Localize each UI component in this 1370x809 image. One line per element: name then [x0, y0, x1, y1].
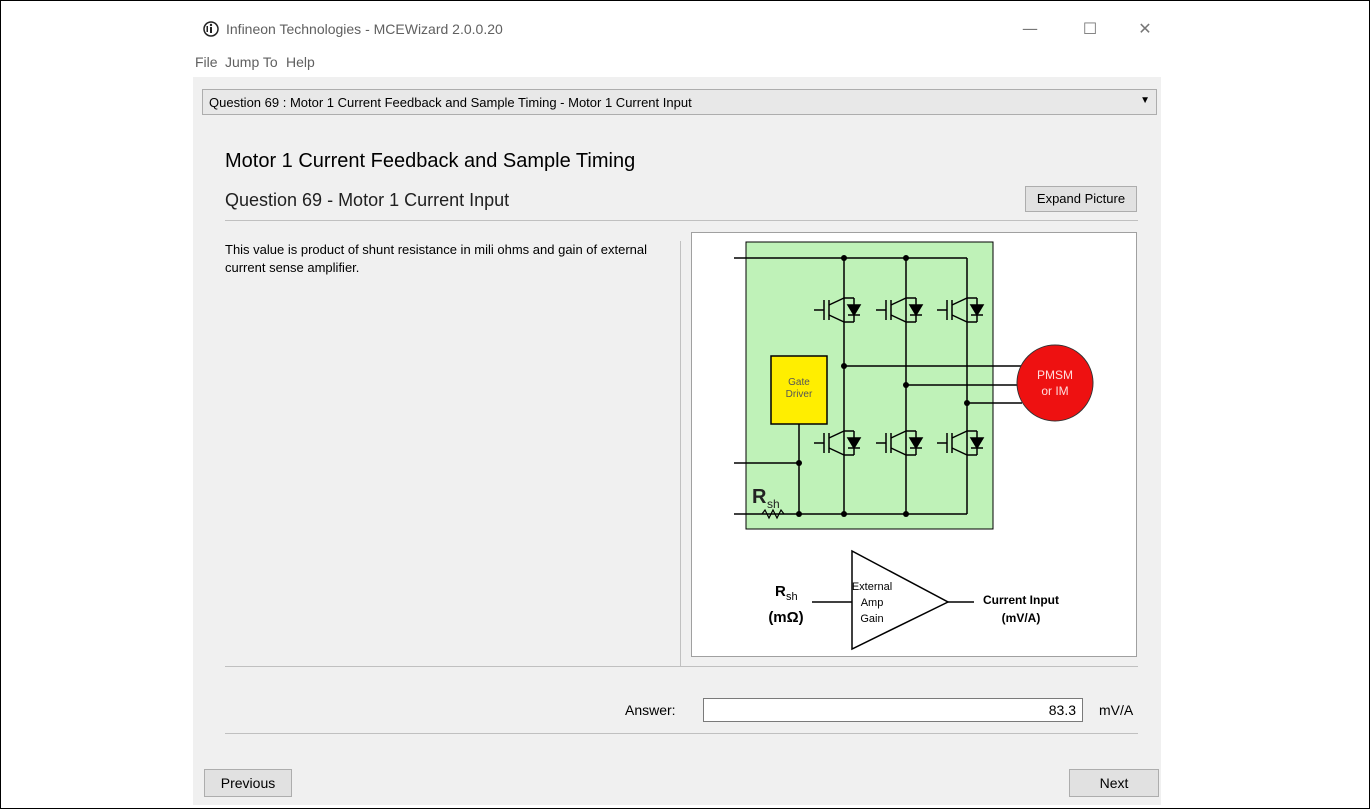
question-dropdown[interactable]: Question 69 : Motor 1 Current Feedback a…: [202, 89, 1157, 115]
amp-input-unit: (mΩ): [768, 609, 803, 626]
amp-input-rsh-sub: sh: [786, 591, 798, 603]
next-button[interactable]: Next: [1069, 769, 1159, 797]
divider-bottom: [225, 733, 1138, 734]
question-description: This value is product of shunt resistanc…: [225, 242, 647, 275]
maximize-button[interactable]: ☐: [1075, 17, 1105, 41]
menu-file[interactable]: File: [195, 54, 218, 70]
inverter-circuit-diagram: Gate Driver PMSM or IM R sh R sh (mΩ) Ex…: [734, 241, 1094, 651]
previous-button[interactable]: Previous: [204, 769, 292, 797]
close-button[interactable]: ✕: [1130, 17, 1160, 41]
amp-label-2: Amp: [861, 597, 884, 609]
divider-middle: [225, 666, 1138, 667]
section-title: Motor 1 Current Feedback and Sample Timi…: [225, 150, 636, 172]
answer-input[interactable]: [703, 698, 1083, 722]
motor-label-1: PMSM: [1037, 368, 1073, 382]
gate-driver-label-2: Driver: [786, 389, 813, 400]
amp-output-label-2: (mV/A): [1002, 611, 1041, 625]
gate-driver-label-1: Gate: [788, 377, 810, 388]
question-title: Question 69 - Motor 1 Current Input: [225, 190, 510, 210]
shunt-label: R: [752, 486, 767, 508]
chevron-down-icon[interactable]: ▼: [1140, 95, 1150, 106]
amp-label-3: Gain: [860, 613, 883, 625]
title-bar: Infineon Technologies - MCEWizard 2.0.0.…: [193, 9, 1161, 47]
divider-top: [225, 220, 1138, 221]
menu-bar: File Jump To Help: [193, 47, 1161, 77]
amp-output-label-1: Current Input: [983, 593, 1059, 607]
shunt-label-sub: sh: [767, 497, 780, 511]
motor-circle: [1016, 344, 1094, 422]
expand-picture-button[interactable]: Expand Picture: [1025, 186, 1137, 212]
motor-label-2: or IM: [1041, 384, 1068, 398]
menu-jump-to[interactable]: Jump To: [225, 54, 278, 70]
infineon-logo-icon: [203, 21, 219, 37]
question-dropdown-value: Question 69 : Motor 1 Current Feedback a…: [209, 95, 692, 110]
minimize-button[interactable]: —: [1015, 17, 1045, 41]
circuit-picture: Gate Driver PMSM or IM R sh R sh (mΩ) Ex…: [691, 232, 1137, 657]
amp-label-1: External: [852, 581, 892, 593]
app-window: Infineon Technologies - MCEWizard 2.0.0.…: [193, 9, 1161, 805]
amp-input-rsh: R: [775, 583, 786, 600]
menu-help[interactable]: Help: [286, 54, 315, 70]
answer-unit: mV/A: [1099, 702, 1134, 718]
answer-label: Answer:: [625, 702, 676, 718]
vertical-divider: [680, 241, 681, 666]
window-title: Infineon Technologies - MCEWizard 2.0.0.…: [226, 21, 503, 37]
